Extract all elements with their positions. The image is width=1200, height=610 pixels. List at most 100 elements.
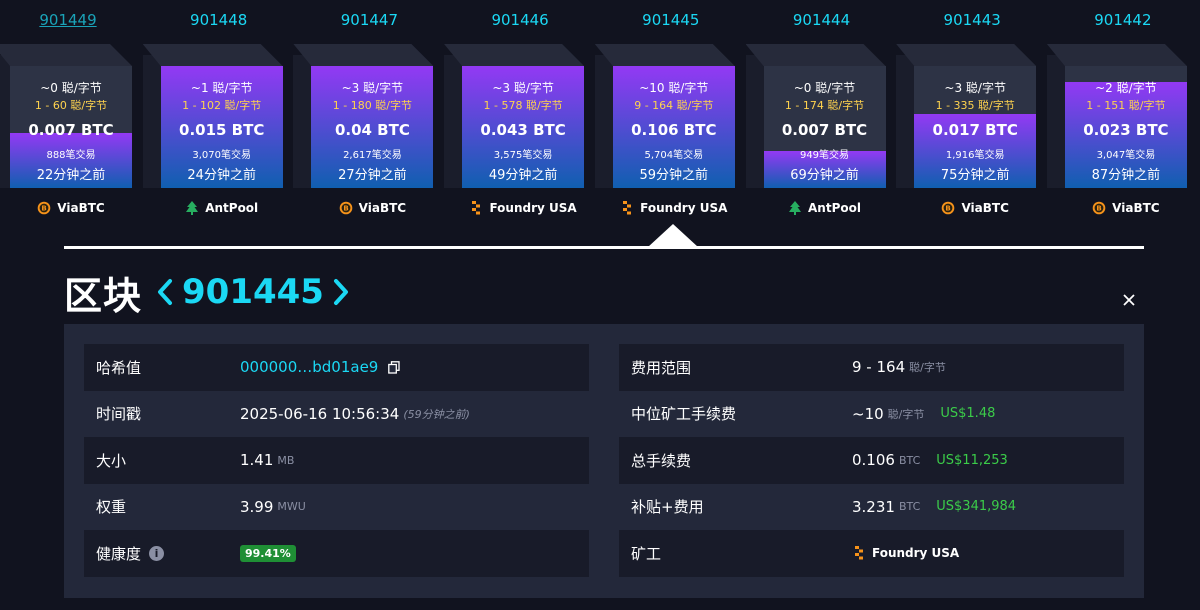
details-left-column: 哈希值 000000…bd01ae9 时间戳 2025-06-16 10:56:…	[84, 344, 589, 577]
block-cube-top	[1046, 44, 1187, 66]
block-total-btc: 0.043 BTC	[480, 121, 566, 139]
block-height-link[interactable]: 901443	[896, 11, 1048, 29]
divider	[64, 246, 1144, 249]
weight-label: 权重	[96, 498, 127, 517]
block-median-fee: ~3 聪/字节	[341, 81, 404, 95]
block-cube-top	[142, 44, 283, 66]
block-pool-name[interactable]: ViaBTC	[57, 201, 104, 215]
health-label: 健康度	[96, 544, 142, 563]
block-cube-side	[142, 55, 161, 188]
block-fee-range: 1 - 174 聪/字节	[784, 99, 865, 112]
block-pool-name[interactable]: ViaBTC	[1112, 201, 1159, 215]
block-time-ago: 27分钟之前	[338, 168, 407, 183]
fee-range-row: 费用范围 9 - 164 聪/字节	[619, 344, 1124, 391]
block-cube-top	[745, 44, 886, 66]
block-total-btc: 0.023 BTC	[1083, 121, 1169, 139]
block-pool[interactable]: Foundry USA	[613, 201, 735, 215]
block-card[interactable]: 901443 ~3 聪/字节 1 - 335 聪/字节 0.017 BTC 1,916笔…	[896, 0, 1048, 230]
block-total-btc: 0.04 BTC	[334, 121, 410, 139]
weight-value: 3.99	[240, 497, 274, 516]
subsidy-fees-row: 补贴+费用 3.231 BTC US$341,984	[619, 483, 1124, 530]
block-pool[interactable]: B ViaBTC	[914, 201, 1036, 215]
block-height-link[interactable]: 901447	[293, 11, 445, 29]
block-tx-count: 1,916笔交易	[945, 150, 1005, 161]
selected-block-pointer	[648, 224, 698, 247]
block-height-link[interactable]: 901442	[1047, 11, 1199, 29]
block-pool[interactable]: Foundry USA	[462, 201, 584, 215]
block-cube-face[interactable]: ~0 聪/字节 1 - 60 聪/字节 0.007 BTC 888笔交易 22分钟之前	[10, 66, 132, 188]
chevron-right-icon[interactable]	[332, 277, 350, 307]
chevron-left-icon[interactable]	[156, 277, 174, 307]
hash-value[interactable]: 000000…bd01ae9	[240, 358, 378, 376]
health-row: 健康度 i 99.41%	[84, 530, 589, 577]
block-card[interactable]: 901444 ~0 聪/字节 1 - 174 聪/字节 0.007 BTC 949笔交易…	[745, 0, 898, 230]
block-pool-name[interactable]: Foundry USA	[489, 201, 576, 215]
viabtc-icon: B	[1092, 201, 1106, 215]
block-card[interactable]: 901448 ~1 聪/字节 1 - 102 聪/字节 0.015 BTC 3,070笔…	[142, 0, 295, 230]
size-row: 大小 1.41 MB	[84, 437, 589, 484]
block-height-link[interactable]: 901446	[444, 11, 596, 29]
block-cube-face[interactable]: ~3 聪/字节 1 - 180 聪/字节 0.04 BTC 2,617笔交易 27分钟之…	[311, 66, 434, 188]
block-card[interactable]: 901447 ~3 聪/字节 1 - 180 聪/字节 0.04 BTC 2,617笔交…	[293, 0, 445, 230]
block-pool-name[interactable]: ViaBTC	[359, 201, 406, 215]
close-icon[interactable]	[1118, 289, 1140, 311]
size-value: 1.41	[240, 451, 274, 470]
block-tx-count: 888笔交易	[46, 150, 96, 161]
antpool-icon	[185, 201, 199, 215]
block-card[interactable]: 901446 ~3 聪/字节 1 - 578 聪/字节 0.043 BTC 3,575笔…	[444, 0, 596, 230]
total-fees-label: 总手续费	[631, 451, 692, 470]
total-fees-usd: US$11,253	[936, 452, 1008, 468]
total-fees-row: 总手续费 0.106 BTC US$11,253	[619, 437, 1124, 484]
block-cube-face[interactable]: ~3 聪/字节 1 - 335 聪/字节 0.017 BTC 1,916笔交易 75分钟…	[914, 66, 1037, 188]
block-cube-face[interactable]: ~0 聪/字节 1 - 174 聪/字节 0.007 BTC 949笔交易 69分钟之前	[763, 66, 886, 188]
block-pool[interactable]: B ViaBTC	[311, 201, 433, 215]
svg-text:B: B	[946, 205, 951, 213]
block-cube-side	[745, 55, 764, 188]
block-tx-count: 3,575笔交易	[493, 150, 553, 161]
timestamp-value: 2025-06-16 10:56:34	[240, 404, 400, 423]
block-pool-name[interactable]: ViaBTC	[961, 201, 1008, 215]
block-height-link[interactable]: 901449	[0, 11, 144, 29]
block-cube-face[interactable]: ~2 聪/字节 1 - 151 聪/字节 0.023 BTC 3,047笔交易 87分钟…	[1064, 66, 1187, 188]
weight-unit: MWU	[277, 500, 306, 514]
block-pool[interactable]: AntPool	[764, 201, 886, 215]
miner-label: 矿工	[631, 544, 662, 563]
block-cube-side	[293, 55, 312, 188]
block-cube-face[interactable]: ~3 聪/字节 1 - 578 聪/字节 0.043 BTC 3,575笔交易 49分钟…	[462, 66, 585, 188]
block-time-ago: 24分钟之前	[187, 168, 256, 183]
median-fee-row: 中位矿工手续费 ~10 聪/字节 US$1.48	[619, 390, 1124, 437]
copy-icon[interactable]	[388, 360, 401, 374]
block-height-link[interactable]: 901444	[746, 11, 898, 29]
block-fee-range: 1 - 578 聪/字节	[483, 99, 563, 112]
block-pool-name[interactable]: AntPool	[808, 201, 861, 215]
block-tx-count: 2,617笔交易	[343, 150, 402, 161]
block-pool[interactable]: B ViaBTC	[10, 201, 132, 215]
svg-text:B: B	[343, 205, 348, 213]
miner-link[interactable]: Foundry USA	[872, 546, 959, 560]
block-cube-face[interactable]: ~1 聪/字节 1 - 102 聪/字节 0.015 BTC 3,070笔交易 24分钟…	[160, 66, 283, 188]
fee-range-unit: 聪/字节	[909, 361, 946, 375]
block-cube-side	[1046, 55, 1065, 188]
page-title: 区块	[64, 273, 143, 318]
block-pool[interactable]: AntPool	[161, 201, 283, 215]
block-height-link[interactable]: 901445	[595, 11, 747, 29]
median-fee-usd: US$1.48	[940, 406, 996, 422]
block-median-fee: ~2 聪/字节	[1095, 81, 1157, 95]
viabtc-icon: B	[941, 201, 955, 215]
size-label: 大小	[96, 451, 127, 470]
block-pool[interactable]: B ViaBTC	[1065, 201, 1187, 215]
info-icon[interactable]: i	[149, 545, 165, 561]
block-card[interactable]: 901442 ~2 聪/字节 1 - 151 聪/字节 0.023 BTC 3,047笔…	[1046, 0, 1199, 230]
fee-range-value: 9 - 164	[852, 358, 906, 377]
block-height-link[interactable]: 901448	[143, 11, 295, 29]
block-details-panel: 哈希值 000000…bd01ae9 时间戳 2025-06-16 10:56:…	[64, 324, 1144, 598]
block-cube-face[interactable]: ~10 聪/字节 9 - 164 聪/字节 0.106 BTC 5,704笔交易 59分…	[612, 66, 735, 188]
details-right-column: 费用范围 9 - 164 聪/字节 中位矿工手续费 ~10 聪/字节 US$1.…	[619, 344, 1124, 577]
total-fees-unit: BTC	[898, 453, 921, 467]
block-card[interactable]: 901449 ~0 聪/字节 1 - 60 聪/字节 0.007 BTC 888笔交易 2…	[0, 0, 144, 230]
block-time-ago: 59分钟之前	[639, 168, 709, 183]
block-pool-name[interactable]: Foundry USA	[640, 201, 727, 215]
block-card[interactable]: 901445 ~10 聪/字节 9 - 164 聪/字节 0.106 BTC 5,704…	[594, 0, 747, 230]
subsidy-fees-label: 补贴+费用	[631, 498, 704, 517]
block-pool-name[interactable]: AntPool	[205, 201, 258, 215]
